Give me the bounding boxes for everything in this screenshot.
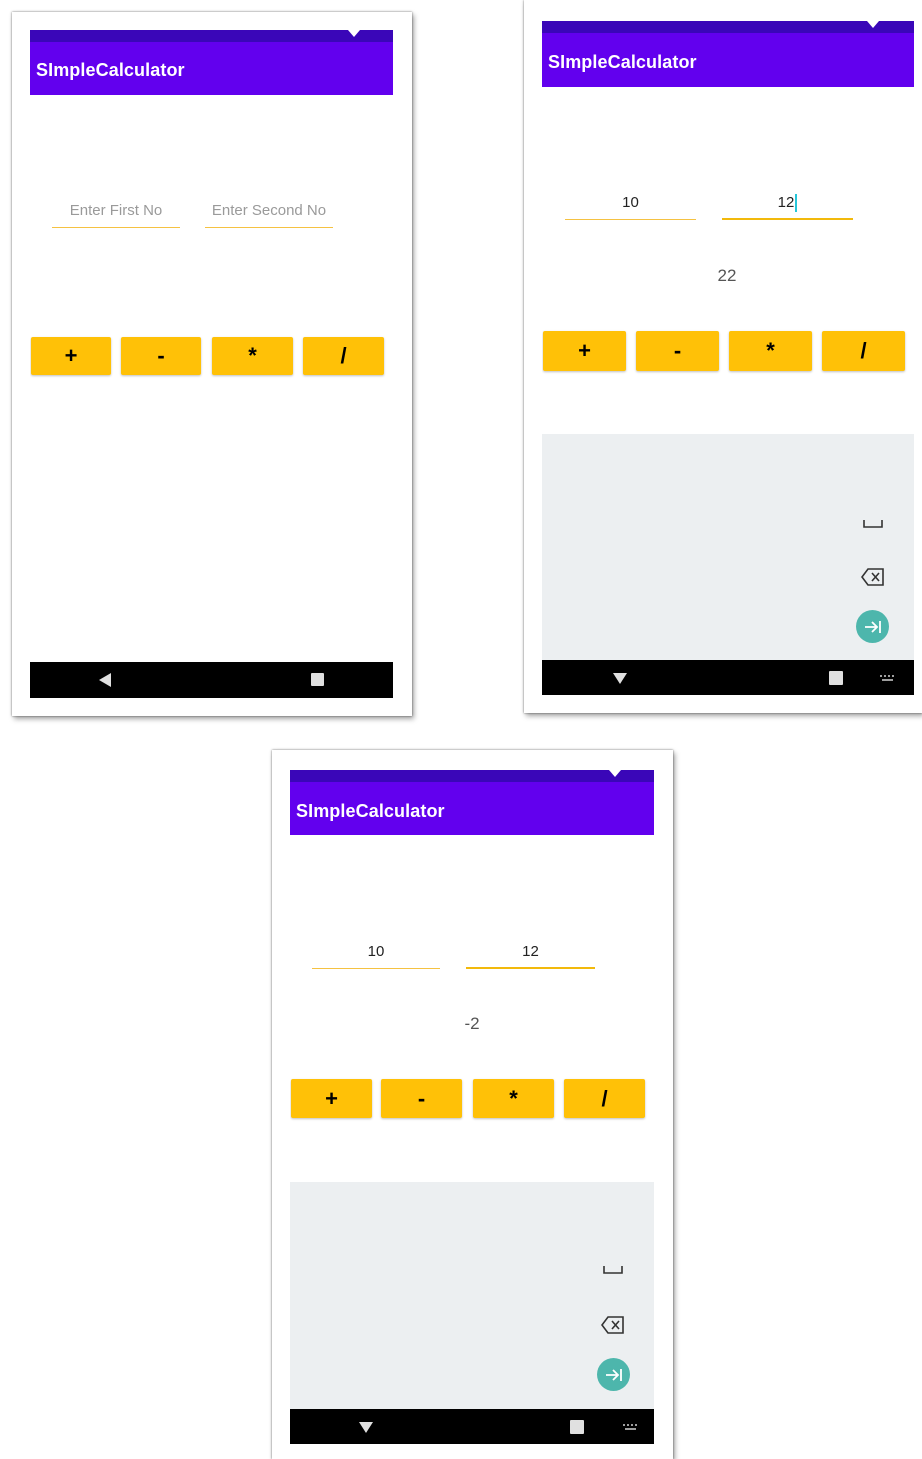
next-arrow-icon[interactable] — [856, 610, 889, 643]
phone-frame-2: SImpleCalculator 10 12 22 + - * / — [524, 0, 922, 713]
add-button[interactable]: + — [291, 1079, 372, 1118]
first-number-value: 10 — [367, 943, 385, 960]
nav-bar — [290, 1409, 654, 1444]
second-number-input[interactable]: 12 — [466, 943, 595, 969]
space-key-icon[interactable] — [862, 519, 884, 529]
app-title: SImpleCalculator — [36, 60, 185, 80]
first-number-input[interactable]: 10 — [312, 943, 440, 969]
multiply-button[interactable]: * — [212, 337, 293, 375]
home-square-icon[interactable] — [311, 673, 324, 686]
app-title: SImpleCalculator — [296, 801, 445, 821]
app-title: SImpleCalculator — [548, 52, 697, 72]
soft-keyboard — [290, 1182, 654, 1409]
second-number-underline — [466, 967, 595, 969]
back-triangle-icon[interactable] — [98, 672, 112, 688]
first-number-input[interactable]: Enter First No — [52, 202, 180, 228]
soft-keyboard — [542, 434, 914, 661]
first-number-underline — [565, 219, 696, 220]
space-key-icon[interactable] — [602, 1265, 624, 1275]
second-number-value: 12 — [522, 943, 539, 960]
second-number-value: 12 — [777, 194, 795, 211]
hide-keyboard-icon[interactable] — [612, 672, 628, 685]
phone-screen-2: SImpleCalculator 10 12 22 + - * / — [542, 21, 914, 695]
second-number-input[interactable]: 12 — [722, 194, 853, 220]
keyboard-switch-icon[interactable] — [880, 675, 896, 683]
app-bar: SImpleCalculator — [30, 42, 393, 95]
multiply-button[interactable]: * — [473, 1079, 554, 1118]
phone-screen-3: SImpleCalculator 10 12 -2 + - * / — [290, 770, 654, 1444]
status-notch-icon — [609, 770, 621, 777]
backspace-icon[interactable] — [861, 568, 885, 586]
subtract-button[interactable]: - — [636, 331, 719, 371]
keyboard-switch-icon[interactable] — [623, 1424, 639, 1432]
app-bar: SImpleCalculator — [542, 33, 914, 87]
first-number-input[interactable]: 10 — [565, 194, 696, 220]
nav-bar — [30, 662, 393, 698]
home-square-icon[interactable] — [570, 1420, 584, 1434]
hide-keyboard-icon[interactable] — [358, 1421, 374, 1434]
second-number-input[interactable]: Enter Second No — [205, 202, 333, 228]
result-text: -2 — [464, 1014, 480, 1033]
subtract-button[interactable]: - — [381, 1079, 462, 1118]
multiply-button[interactable]: * — [729, 331, 812, 371]
phone-frame-1: SImpleCalculator Enter First No Enter Se… — [12, 12, 412, 716]
first-number-underline — [312, 968, 440, 969]
second-number-underline — [205, 227, 333, 228]
phone-frame-3: SImpleCalculator 10 12 -2 + - * / — [272, 750, 673, 1459]
phone-screen-1: SImpleCalculator Enter First No Enter Se… — [30, 30, 393, 698]
add-button[interactable]: + — [543, 331, 626, 371]
second-number-underline — [722, 218, 853, 220]
nav-bar — [542, 660, 914, 695]
home-square-icon[interactable] — [829, 671, 843, 685]
divide-button[interactable]: / — [822, 331, 905, 371]
divide-button[interactable]: / — [303, 337, 384, 375]
app-bar: SImpleCalculator — [290, 782, 654, 835]
first-number-placeholder: Enter First No — [69, 202, 163, 219]
first-number-underline — [52, 227, 180, 228]
status-bar — [542, 21, 914, 33]
next-arrow-icon[interactable] — [597, 1358, 630, 1391]
backspace-icon[interactable] — [601, 1316, 625, 1334]
status-bar — [30, 30, 393, 42]
second-number-placeholder: Enter Second No — [211, 202, 327, 219]
status-notch-icon — [348, 30, 360, 37]
subtract-button[interactable]: - — [121, 337, 201, 375]
divide-button[interactable]: / — [564, 1079, 645, 1118]
first-number-value: 10 — [622, 194, 639, 211]
status-notch-icon — [867, 21, 879, 28]
text-cursor — [795, 194, 798, 213]
status-bar — [290, 770, 654, 782]
add-button[interactable]: + — [31, 337, 111, 375]
result-text: 22 — [717, 266, 737, 285]
